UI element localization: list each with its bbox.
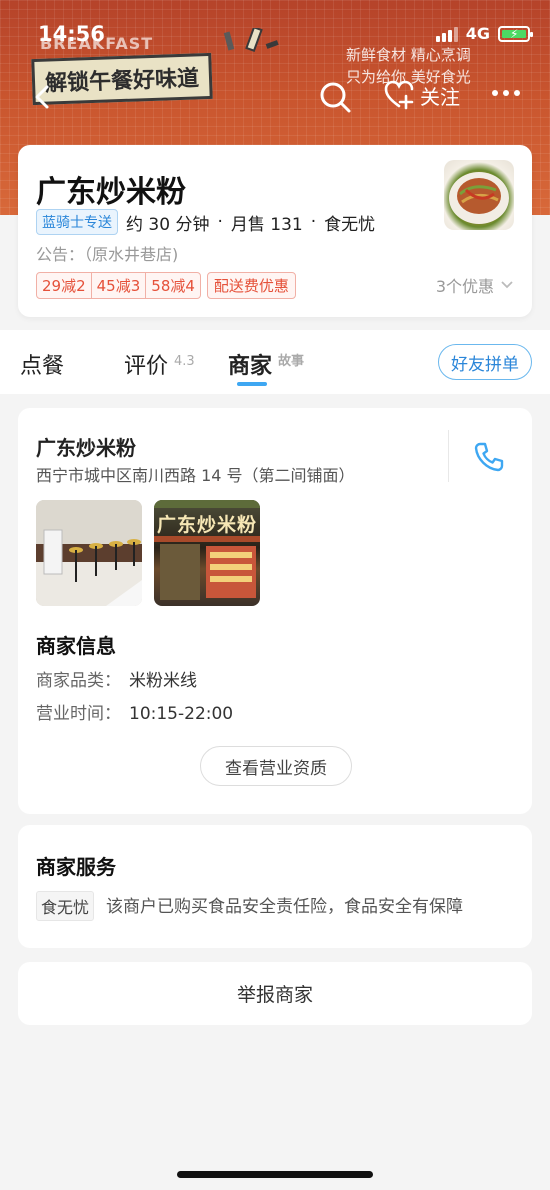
meta-dot: · — [217, 212, 223, 232]
food-safety-label: 食无忧 — [324, 214, 376, 235]
network-label: 4G — [465, 24, 490, 43]
merchant-address[interactable]: 西宁市城中区南川西路 14 号（第二间铺面） — [36, 462, 355, 486]
category-label: 商家品类： — [36, 671, 121, 691]
category-value: 米粉米线 — [129, 671, 197, 691]
hours-value: 10:15-22:00 — [129, 704, 234, 724]
tab-order[interactable]: 点餐 — [20, 348, 64, 380]
heart-plus-icon — [384, 80, 414, 110]
merchant-service-card: 商家服务 食无忧 该商户已购买食品安全责任险，食品安全有保障 — [18, 825, 532, 948]
noodle-dish-image — [449, 172, 509, 224]
service-description: 该商户已购买食品安全责任险，食品安全有保障 — [106, 897, 463, 917]
offers-toggle[interactable]: 3个优惠 — [436, 273, 514, 297]
home-indicator[interactable] — [177, 1171, 373, 1178]
service-tag: 食无忧 — [36, 891, 95, 921]
tab-reviews-label: 评价 — [124, 354, 169, 379]
delivery-tag: 蓝骑士专送 — [36, 209, 118, 235]
merchant-info-card: 广东炒米粉 西宁市城中区南川西路 14 号（第二间铺面） 广东炒米粉 商家信息 — [18, 408, 532, 814]
slogan-line1: 新鲜食材 精心烹调 — [346, 46, 471, 64]
tab-order-label: 点餐 — [20, 354, 65, 379]
coupon-list[interactable]: 29减2 45减3 58减4 配送费优惠 — [36, 272, 296, 299]
coupon-item: 58减4 — [151, 277, 195, 295]
shop-name: 广东炒米粉 — [36, 175, 186, 210]
offers-count: 3个优惠 — [435, 277, 494, 296]
hours-label: 营业时间： — [36, 704, 121, 724]
search-icon[interactable] — [318, 80, 352, 114]
report-merchant-button[interactable]: 举报商家 — [18, 962, 532, 1025]
meta-dot: · — [310, 212, 317, 232]
shop-summary-card: 广东炒米粉 蓝骑士专送 约 30 分钟 · 月售 131 · 食无忧 公告：（原… — [18, 145, 532, 317]
coupon-item: 29减2 — [37, 273, 92, 298]
tab-merchant[interactable]: 商家 故事 — [228, 348, 304, 380]
shop-thumbnail[interactable] — [444, 160, 514, 230]
delivery-discount-tag: 配送费优惠 — [206, 272, 296, 299]
tab-merchant-label: 商家 — [228, 354, 273, 379]
signal-icon — [435, 26, 458, 42]
merchant-hours-row: 营业时间： 10:15-22:00 — [36, 699, 233, 724]
chevron-down-icon — [501, 281, 513, 289]
merchant-category-row: 商家品类： 米粉米线 — [36, 666, 197, 691]
merchant-name: 广东炒米粉 — [36, 436, 136, 460]
delivery-time: 约 30 分钟 — [126, 214, 210, 235]
shop-meta-row: 蓝骑士专送 约 30 分钟 · 月售 131 · 食无忧 — [36, 209, 375, 235]
back-arrow-icon[interactable] — [30, 82, 54, 112]
merchant-info-title: 商家信息 — [36, 634, 116, 658]
shop-notice: 公告：（原水井巷店) — [36, 245, 179, 264]
banner-decoration-icon — [223, 28, 279, 52]
view-license-button[interactable]: 查看营业资质 — [200, 746, 352, 786]
follow-button[interactable]: 关注 — [384, 80, 460, 110]
friend-group-order-button[interactable]: 好友拼单 — [438, 344, 532, 380]
tab-bar: 点餐 评价 4.3 商家 故事 好友拼单 — [0, 330, 550, 394]
tab-story-label: 故事 — [278, 354, 305, 369]
service-title: 商家服务 — [36, 855, 116, 879]
discount-coupon-group[interactable]: 29减2 45减3 58减4 — [36, 272, 201, 299]
review-score: 4.3 — [174, 354, 195, 369]
divider — [448, 430, 449, 482]
coupon-item: 45减3 — [92, 273, 147, 298]
banner-breakfast-text: BREAKFAST — [40, 34, 154, 53]
storefront-image — [154, 500, 260, 600]
store-interior-image — [36, 500, 142, 606]
follow-label: 关注 — [420, 84, 460, 109]
banner-promo: 解锁午餐好味道 — [31, 52, 213, 106]
store-photo-interior[interactable] — [36, 500, 142, 606]
tab-reviews[interactable]: 评价 4.3 — [124, 348, 195, 380]
active-tab-indicator — [237, 382, 267, 386]
more-options-icon[interactable] — [492, 90, 520, 96]
store-photo-front[interactable]: 广东炒米粉 — [154, 500, 260, 606]
monthly-sales: 月售 131 — [230, 214, 303, 235]
status-indicators: 4G ⚡ — [435, 24, 533, 43]
battery-icon: ⚡ — [498, 25, 533, 42]
phone-icon[interactable] — [472, 440, 506, 474]
